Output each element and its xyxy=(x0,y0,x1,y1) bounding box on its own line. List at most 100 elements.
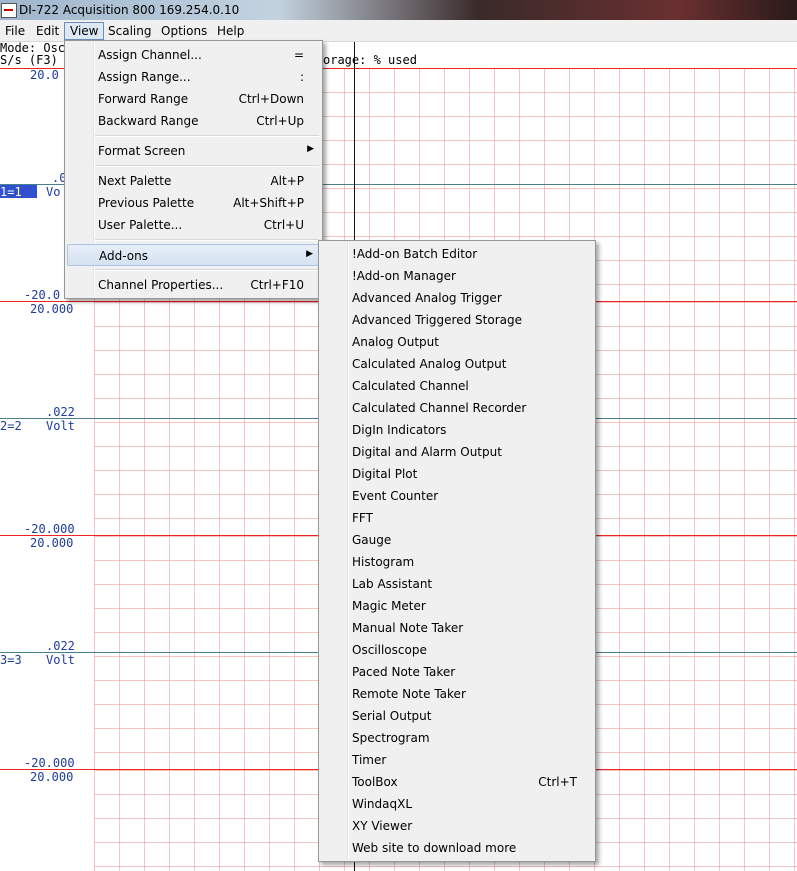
addon-item-label: Digital and Alarm Output xyxy=(352,445,502,459)
submenu-arrow-icon: ▶ xyxy=(306,249,313,259)
addon-item[interactable]: Advanced Analog Trigger xyxy=(321,287,593,309)
addon-item-label: Remote Note Taker xyxy=(352,687,466,701)
menu-item-next-palette[interactable]: Next Palette Alt+P xyxy=(67,170,320,192)
ch2-mid-value: .022 xyxy=(46,405,75,419)
addon-item-label: Serial Output xyxy=(352,709,432,723)
addon-item[interactable]: Serial Output xyxy=(321,705,593,727)
addon-item[interactable]: Remote Note Taker xyxy=(321,683,593,705)
addon-item[interactable]: !Add-on Manager xyxy=(321,265,593,287)
addon-item-label: Spectrogram xyxy=(352,731,430,745)
menu-item-format-screen[interactable]: Format Screen ▶ xyxy=(67,140,320,162)
storage-status: orage: % used xyxy=(323,53,417,67)
addon-item-label: Oscilloscope xyxy=(352,643,427,657)
addons-submenu: !Add-on Batch Editor !Add-on Manager Advan… xyxy=(318,240,596,862)
addon-item-label: Advanced Triggered Storage xyxy=(352,313,522,327)
addon-item-label: WindaqXL xyxy=(352,797,413,811)
menu-edit[interactable]: Edit xyxy=(31,23,64,39)
addon-item-label: Timer xyxy=(352,753,387,767)
addon-item[interactable]: Timer xyxy=(321,749,593,771)
menu-item-assign-channel[interactable]: Assign Channel... = xyxy=(67,44,320,66)
addon-item-label: FFT xyxy=(352,511,373,525)
addon-item[interactable]: Calculated Channel Recorder xyxy=(321,397,593,419)
ch2-unit: Volt xyxy=(46,419,75,433)
addon-item[interactable]: WindaqXL xyxy=(321,793,593,815)
addon-item[interactable]: Manual Note Taker xyxy=(321,617,593,639)
addon-item[interactable]: Web site to download more xyxy=(321,837,593,859)
menu-scaling[interactable]: Scaling xyxy=(103,23,156,39)
addon-item-label: Calculated Channel Recorder xyxy=(352,401,527,415)
menu-item-user-palette[interactable]: User Palette... Ctrl+U xyxy=(67,214,320,236)
addon-item[interactable]: DigIn Indicators xyxy=(321,419,593,441)
ch3-mid-value: .022 xyxy=(46,639,75,653)
addon-item[interactable]: ToolBox Ctrl+T xyxy=(321,771,593,793)
menu-view[interactable]: View xyxy=(64,22,105,40)
addon-item[interactable]: Digital and Alarm Output xyxy=(321,441,593,463)
addon-item-label: Gauge xyxy=(352,533,392,547)
menu-item-previous-palette[interactable]: Previous Palette Alt+Shift+P xyxy=(67,192,320,214)
menu-options[interactable]: Options xyxy=(156,23,212,39)
menu-separator xyxy=(95,165,319,167)
addon-item-label: Event Counter xyxy=(352,489,439,503)
ch2-label[interactable]: 2=2 xyxy=(0,419,22,433)
menu-separator xyxy=(95,239,319,241)
addon-item[interactable]: Calculated Analog Output xyxy=(321,353,593,375)
addon-item[interactable]: !Add-on Batch Editor xyxy=(321,243,593,265)
view-menu: Assign Channel... = Assign Range... : Fo… xyxy=(64,40,323,299)
addon-item[interactable]: FFT xyxy=(321,507,593,529)
addon-item[interactable]: Oscilloscope xyxy=(321,639,593,661)
addon-item-label: Calculated Channel xyxy=(352,379,469,393)
title-bar: DI-722 Acquisition 800 169.254.0.10 xyxy=(0,0,797,20)
ch3-label[interactable]: 3=3 xyxy=(0,653,22,667)
addon-item[interactable]: XY Viewer xyxy=(321,815,593,837)
menu-item-assign-range[interactable]: Assign Range... : xyxy=(67,66,320,88)
ch1-label[interactable]: 1=1 xyxy=(0,185,37,199)
addon-item-label: Web site to download more xyxy=(352,841,517,855)
window-title: DI-722 Acquisition 800 169.254.0.10 xyxy=(19,3,240,17)
addon-item-label: !Add-on Manager xyxy=(352,269,456,283)
addon-item[interactable]: Histogram xyxy=(321,551,593,573)
addon-item-label: Magic Meter xyxy=(352,599,426,613)
addon-item-label: Paced Note Taker xyxy=(352,665,456,679)
addon-item[interactable]: Gauge xyxy=(321,529,593,551)
addon-item[interactable]: Digital Plot xyxy=(321,463,593,485)
app-icon xyxy=(1,3,17,18)
ch1-unit: Vo xyxy=(46,185,61,199)
menu-separator xyxy=(95,269,319,271)
addon-item-label: XY Viewer xyxy=(352,819,413,833)
addon-item-label: Lab Assistant xyxy=(352,577,433,591)
addon-item-label: Calculated Analog Output xyxy=(352,357,507,371)
addon-item[interactable]: Analog Output xyxy=(321,331,593,353)
rate-status: S/s (F3) xyxy=(0,53,58,67)
menu-bar: File Edit View Scaling Options Help xyxy=(0,20,797,42)
ch2-top-value: 20.000 xyxy=(30,302,74,316)
addon-item-shortcut: Ctrl+T xyxy=(538,775,577,789)
ch2-bottom-value: -20.000 xyxy=(24,522,75,536)
addon-item[interactable]: Calculated Channel xyxy=(321,375,593,397)
ch1-top-value: 20.0 xyxy=(30,68,59,82)
menu-help[interactable]: Help xyxy=(212,23,249,39)
ch3-top-value: 20.000 xyxy=(30,536,74,550)
menu-item-add-ons[interactable]: Add-ons ▶ xyxy=(67,244,320,266)
addon-item[interactable]: Magic Meter xyxy=(321,595,593,617)
addon-item-label: ToolBox xyxy=(352,775,398,789)
menu-file[interactable]: File xyxy=(0,23,30,39)
ch4-top-value: 20.000 xyxy=(30,770,74,784)
addon-item[interactable]: Event Counter xyxy=(321,485,593,507)
menu-item-forward-range[interactable]: Forward Range Ctrl+Down xyxy=(67,88,320,110)
menu-item-channel-properties[interactable]: Channel Properties... Ctrl+F10 xyxy=(67,274,320,296)
addon-item[interactable]: Lab Assistant xyxy=(321,573,593,595)
addon-item-label: !Add-on Batch Editor xyxy=(352,247,478,261)
addon-item-label: DigIn Indicators xyxy=(352,423,447,437)
menu-item-backward-range[interactable]: Backward Range Ctrl+Up xyxy=(67,110,320,132)
ch3-bottom-value: -20.000 xyxy=(24,756,75,770)
addon-item-label: Digital Plot xyxy=(352,467,418,481)
submenu-arrow-icon: ▶ xyxy=(307,144,314,154)
addon-item[interactable]: Paced Note Taker xyxy=(321,661,593,683)
addon-item-label: Manual Note Taker xyxy=(352,621,464,635)
ch3-unit: Volt xyxy=(46,653,75,667)
addon-item[interactable]: Spectrogram xyxy=(321,727,593,749)
addon-item-label: Analog Output xyxy=(352,335,439,349)
menu-separator xyxy=(95,135,319,137)
ch1-bottom-value: -20.0 xyxy=(24,288,61,302)
addon-item[interactable]: Advanced Triggered Storage xyxy=(321,309,593,331)
